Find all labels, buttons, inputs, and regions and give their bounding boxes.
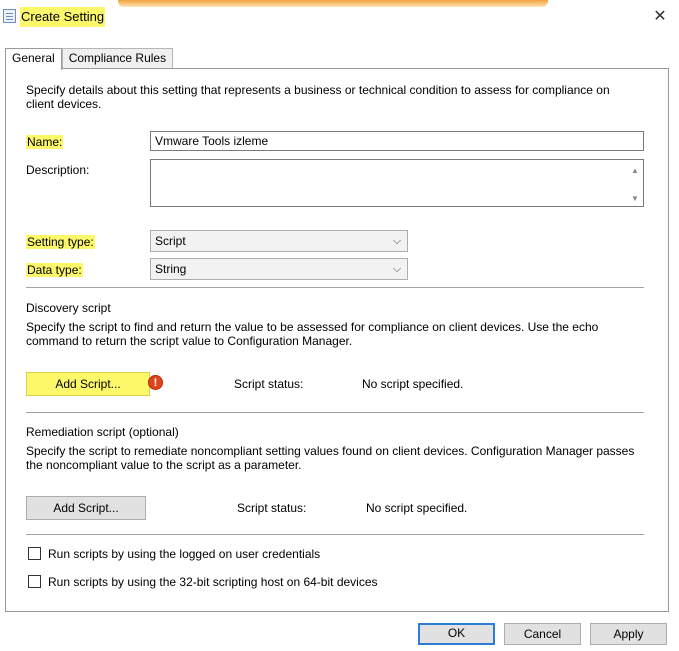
- remediation-status-value: No script specified.: [366, 501, 468, 515]
- setting-document-icon: [3, 9, 16, 23]
- logged-on-credentials-label: Run scripts by using the logged on user …: [48, 547, 321, 561]
- section-divider: [26, 534, 644, 535]
- scripting-host-32bit-label: Run scripts by using the 32-bit scriptin…: [48, 575, 378, 589]
- add-discovery-script-button[interactable]: Add Script...: [26, 372, 150, 396]
- discovery-heading: Discovery script: [26, 301, 111, 315]
- add-remediation-script-button[interactable]: Add Script...: [26, 496, 146, 520]
- tab-general[interactable]: General: [5, 48, 62, 70]
- data-type-dropdown[interactable]: String ⌵: [150, 258, 408, 280]
- remediation-heading: Remediation script (optional): [26, 425, 179, 439]
- tab-strip: General Compliance Rules: [5, 48, 174, 70]
- logged-on-credentials-checkbox[interactable]: [28, 547, 41, 560]
- name-label-text: Name:: [26, 135, 64, 149]
- description-field[interactable]: ▲ ▼: [150, 159, 644, 207]
- remediation-status-label: Script status:: [237, 501, 307, 515]
- name-label: Name:: [26, 135, 64, 149]
- section-divider: [26, 287, 644, 288]
- ok-button[interactable]: OK: [418, 623, 495, 645]
- window-glow: [118, 0, 548, 7]
- data-type-label-text: Data type:: [26, 263, 83, 277]
- remediation-help-text: Specify the script to remediate noncompl…: [26, 444, 635, 472]
- general-tab-panel: Specify details about this setting that …: [5, 68, 669, 612]
- apply-button[interactable]: Apply: [590, 623, 667, 645]
- setting-type-label-text: Setting type:: [26, 235, 95, 249]
- name-field[interactable]: Vmware Tools izleme: [150, 131, 644, 151]
- data-type-value: String: [155, 262, 187, 276]
- discovery-help-text: Specify the script to find and return th…: [26, 320, 599, 348]
- setting-type-dropdown[interactable]: Script ⌵: [150, 230, 408, 252]
- setting-type-label: Setting type:: [26, 235, 95, 249]
- tab-compliance-rules[interactable]: Compliance Rules: [61, 48, 174, 69]
- scroll-up-icon[interactable]: ▲: [630, 162, 640, 180]
- title-bar: Create Setting ✕: [0, 0, 679, 34]
- window-title: Create Setting: [20, 7, 106, 27]
- discovery-status-value: No script specified.: [362, 377, 464, 391]
- section-divider: [26, 412, 644, 413]
- close-icon[interactable]: ✕: [649, 6, 671, 28]
- dialog-button-bar: OK Cancel Apply: [0, 612, 679, 651]
- cancel-button[interactable]: Cancel: [504, 623, 581, 645]
- error-warning-icon: !: [148, 375, 163, 390]
- scripting-host-32bit-checkbox[interactable]: [28, 575, 41, 588]
- description-label: Description:: [26, 163, 90, 177]
- setting-type-value: Script: [155, 234, 186, 248]
- intro-text: Specify details about this setting that …: [26, 83, 610, 111]
- data-type-label: Data type:: [26, 263, 83, 277]
- scroll-down-icon[interactable]: ▼: [630, 194, 640, 204]
- chevron-down-icon: ⌵: [392, 263, 402, 275]
- chevron-down-icon: ⌵: [392, 235, 402, 247]
- discovery-status-label: Script status:: [234, 377, 304, 391]
